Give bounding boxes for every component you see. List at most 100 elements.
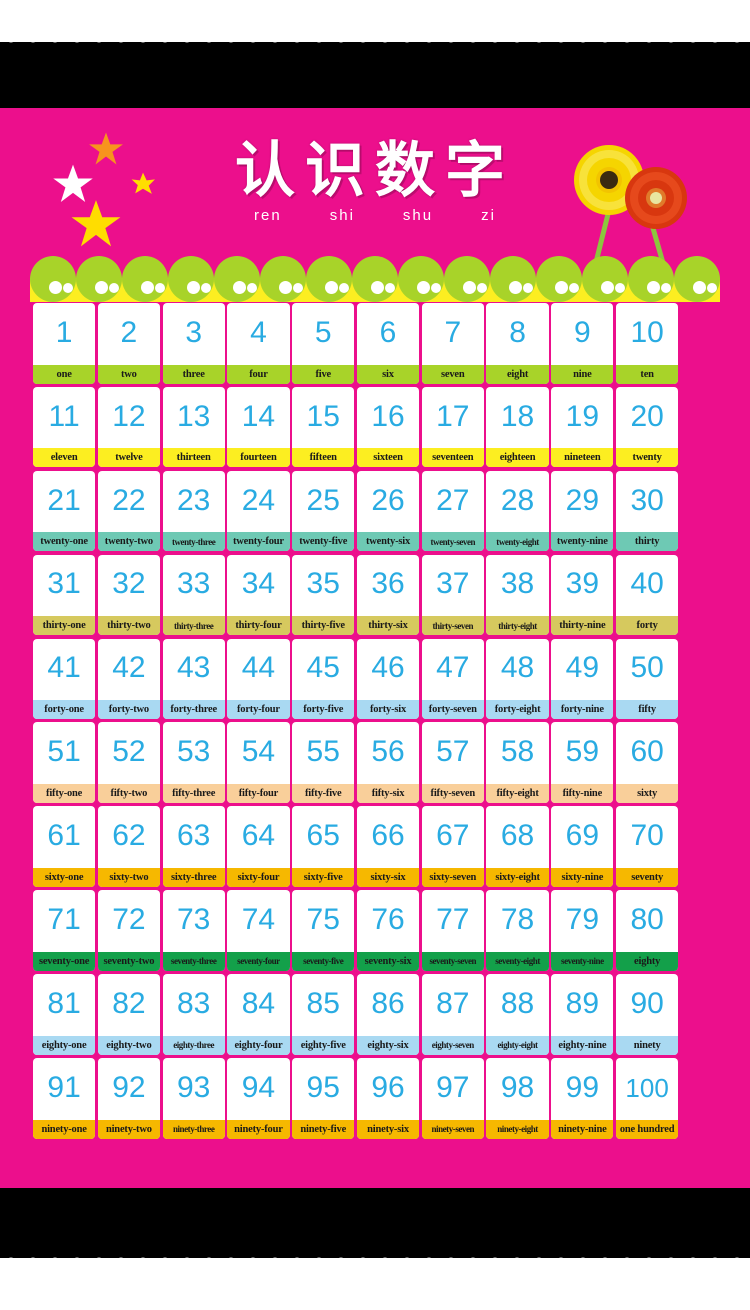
- number-card[interactable]: 42 forty-two: [97, 638, 160, 720]
- number-card[interactable]: 88 eighty-eight: [486, 974, 549, 1055]
- number-card[interactable]: 9 nine: [551, 303, 614, 384]
- number-card[interactable]: 80 eighty: [616, 890, 679, 971]
- number-card[interactable]: 59 fifty-nine: [551, 722, 614, 803]
- number-card[interactable]: 31 thirty-one: [33, 554, 96, 636]
- number-card[interactable]: 81 eighty-one: [33, 974, 96, 1055]
- number-card[interactable]: 84 eighty-four: [227, 974, 290, 1055]
- number-card[interactable]: 64 sixty-four: [227, 806, 290, 887]
- number-card[interactable]: 33 thirty-three: [162, 554, 225, 636]
- number-card[interactable]: 70 seventy: [616, 806, 679, 887]
- number-card[interactable]: 50 fifty: [616, 638, 679, 720]
- number-card[interactable]: 34 thirty-four: [227, 554, 290, 636]
- number-card[interactable]: 5 five: [292, 303, 355, 384]
- number-card[interactable]: 3 three: [162, 303, 225, 384]
- number-card[interactable]: 78 seventy-eight: [486, 890, 549, 971]
- number-card[interactable]: 27 twenty-seven: [421, 470, 484, 552]
- number-card[interactable]: 25 twenty-five: [292, 470, 355, 552]
- number-card[interactable]: 30 thirty: [616, 470, 679, 552]
- number-card[interactable]: 60 sixty: [616, 722, 679, 803]
- number-card[interactable]: 14 fourteen: [227, 386, 290, 468]
- number-card[interactable]: 95 ninety-five: [292, 1058, 355, 1139]
- number-card[interactable]: 7 seven: [421, 303, 484, 384]
- number-card[interactable]: 90 ninety: [616, 974, 679, 1055]
- number-card[interactable]: 19 nineteen: [551, 386, 614, 468]
- number-card[interactable]: 16 sixteen: [356, 386, 420, 468]
- number-card[interactable]: 67 sixty-seven: [421, 806, 484, 887]
- number-card[interactable]: 32 thirty-two: [97, 554, 160, 636]
- number-card[interactable]: 87 eighty-seven: [421, 974, 484, 1055]
- number-card[interactable]: 72 seventy-two: [97, 890, 160, 971]
- number-card[interactable]: 86 eighty-six: [356, 974, 420, 1055]
- number-card[interactable]: 10 ten: [616, 303, 679, 384]
- number-card[interactable]: 15 fifteen: [292, 386, 355, 468]
- number-card[interactable]: 35 thirty-five: [292, 554, 355, 636]
- number-card[interactable]: 44 forty-four: [227, 638, 290, 720]
- number-card[interactable]: 47 forty-seven: [421, 638, 484, 720]
- number-card[interactable]: 46 forty-six: [356, 638, 420, 720]
- number-card[interactable]: 37 thirty-seven: [421, 554, 484, 636]
- number-card[interactable]: 21 twenty-one: [33, 470, 96, 552]
- number-card[interactable]: 4 four: [227, 303, 290, 384]
- number-card[interactable]: 38 thirty-eight: [486, 554, 549, 636]
- number-card[interactable]: 66 sixty-six: [356, 806, 420, 887]
- number-card[interactable]: 22 twenty-two: [97, 470, 160, 552]
- number-card[interactable]: 57 fifty-seven: [421, 722, 484, 803]
- number-card[interactable]: 96 ninety-six: [356, 1058, 420, 1139]
- number-card[interactable]: 20 twenty: [616, 386, 679, 468]
- number-card[interactable]: 98 ninety-eight: [486, 1058, 549, 1139]
- number-card[interactable]: 75 seventy-five: [292, 890, 355, 971]
- number-card[interactable]: 40 forty: [616, 554, 679, 636]
- number-card[interactable]: 69 sixty-nine: [551, 806, 614, 887]
- number-card[interactable]: 12 twelve: [97, 386, 160, 468]
- number-card[interactable]: 82 eighty-two: [97, 974, 160, 1055]
- number-card[interactable]: 77 seventy-seven: [421, 890, 484, 971]
- number-card[interactable]: 83 eighty-three: [162, 974, 225, 1055]
- number-card[interactable]: 94 ninety-four: [227, 1058, 290, 1139]
- number-card[interactable]: 73 seventy-three: [162, 890, 225, 971]
- number-card[interactable]: 53 fifty-three: [162, 722, 225, 803]
- number-card[interactable]: 54 fifty-four: [227, 722, 290, 803]
- number-card[interactable]: 43 forty-three: [162, 638, 225, 720]
- number-card[interactable]: 1 one: [33, 303, 96, 384]
- number-card[interactable]: 39 thirty-nine: [551, 554, 614, 636]
- number-card[interactable]: 24 twenty-four: [227, 470, 290, 552]
- number-card[interactable]: 85 eighty-five: [292, 974, 355, 1055]
- number-card[interactable]: 55 fifty-five: [292, 722, 355, 803]
- number-card[interactable]: 23 twenty-three: [162, 470, 225, 552]
- number-card[interactable]: 91 ninety-one: [33, 1058, 96, 1139]
- number-card[interactable]: 99 ninety-nine: [551, 1058, 614, 1139]
- number-card[interactable]: 45 forty-five: [292, 638, 355, 720]
- number-card[interactable]: 97 ninety-seven: [421, 1058, 484, 1139]
- number-card[interactable]: 8 eight: [486, 303, 549, 384]
- number-card[interactable]: 6 six: [356, 303, 420, 384]
- number-card[interactable]: 58 fifty-eight: [486, 722, 549, 803]
- number-card[interactable]: 56 fifty-six: [356, 722, 420, 803]
- number-card[interactable]: 93 ninety-three: [162, 1058, 225, 1139]
- number-card[interactable]: 65 sixty-five: [292, 806, 355, 887]
- number-card[interactable]: 11 eleven: [33, 386, 96, 468]
- number-card[interactable]: 49 forty-nine: [551, 638, 614, 720]
- number-card[interactable]: 41 forty-one: [33, 638, 96, 720]
- number-card[interactable]: 26 twenty-six: [356, 470, 420, 552]
- number-card[interactable]: 76 seventy-six: [356, 890, 420, 971]
- number-card[interactable]: 17 seventeen: [421, 386, 484, 468]
- number-card[interactable]: 63 sixty-three: [162, 806, 225, 887]
- number-card[interactable]: 13 thirteen: [162, 386, 225, 468]
- number-card[interactable]: 89 eighty-nine: [551, 974, 614, 1055]
- number-card[interactable]: 74 seventy-four: [227, 890, 290, 971]
- number-card[interactable]: 92 ninety-two: [97, 1058, 160, 1139]
- number-card[interactable]: 18 eighteen: [486, 386, 549, 468]
- number-card[interactable]: 100 one hundred: [616, 1058, 679, 1139]
- number-card[interactable]: 52 fifty-two: [97, 722, 160, 803]
- number-card[interactable]: 29 twenty-nine: [551, 470, 614, 552]
- number-card[interactable]: 28 twenty-eight: [486, 470, 549, 552]
- number-card[interactable]: 79 seventy-nine: [551, 890, 614, 971]
- number-card[interactable]: 71 seventy-one: [33, 890, 96, 971]
- number-card[interactable]: 36 thirty-six: [356, 554, 420, 636]
- number-card[interactable]: 61 sixty-one: [33, 806, 96, 887]
- number-card[interactable]: 48 forty-eight: [486, 638, 549, 720]
- number-card[interactable]: 51 fifty-one: [33, 722, 96, 803]
- number-card[interactable]: 2 two: [97, 303, 160, 384]
- number-card[interactable]: 62 sixty-two: [97, 806, 160, 887]
- number-card[interactable]: 68 sixty-eight: [486, 806, 549, 887]
